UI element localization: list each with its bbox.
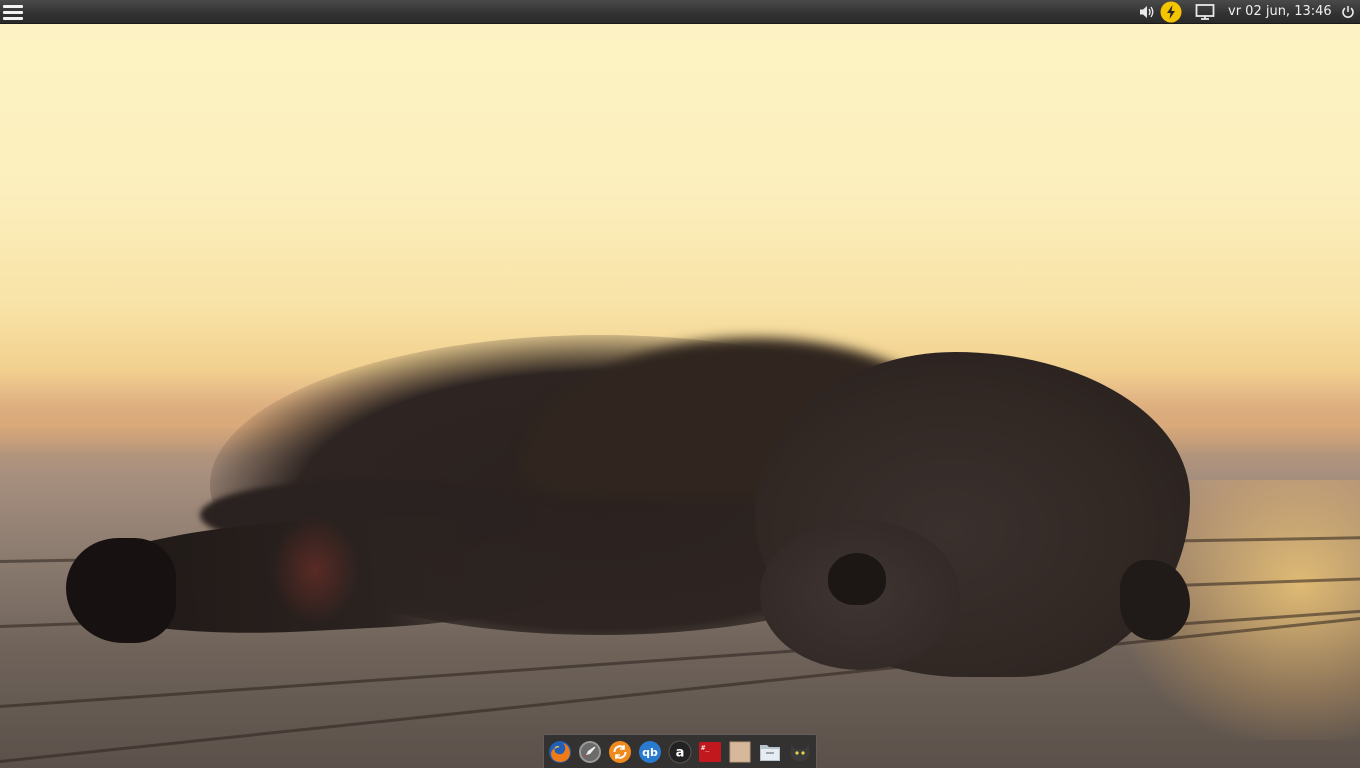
firefox-icon[interactable] [548, 740, 572, 764]
qbittorrent-label: qb [642, 746, 658, 759]
launcher-rocket-icon[interactable] [578, 740, 602, 764]
display-icon[interactable] [1194, 0, 1216, 24]
dog-paw [66, 538, 176, 643]
terminal-label: #_ [701, 744, 710, 752]
terminal-icon[interactable]: #_ [698, 740, 722, 764]
volume-icon[interactable] [1137, 0, 1157, 24]
software-updater-icon[interactable] [608, 740, 632, 764]
cat-app-icon[interactable] [788, 740, 812, 764]
dock: qb a #_ [543, 734, 817, 768]
shutdown-icon[interactable] [1340, 0, 1356, 24]
top-panel: vr 02 jun, 13:46 [0, 0, 1360, 24]
file-manager-icon[interactable] [758, 740, 782, 764]
hamburger-menu-icon[interactable] [2, 2, 24, 22]
qbittorrent-icon[interactable]: qb [638, 740, 662, 764]
lens-flare [270, 515, 360, 625]
clock[interactable]: vr 02 jun, 13:46 [1228, 0, 1332, 24]
dog-nose [828, 553, 886, 605]
power-charging-icon[interactable] [1159, 0, 1183, 24]
blank-app-icon[interactable] [728, 740, 752, 764]
desktop: vr 02 jun, 13:46 qb a #_ [0, 0, 1360, 768]
amazon-icon[interactable]: a [668, 740, 692, 764]
amazon-label: a [676, 746, 685, 761]
